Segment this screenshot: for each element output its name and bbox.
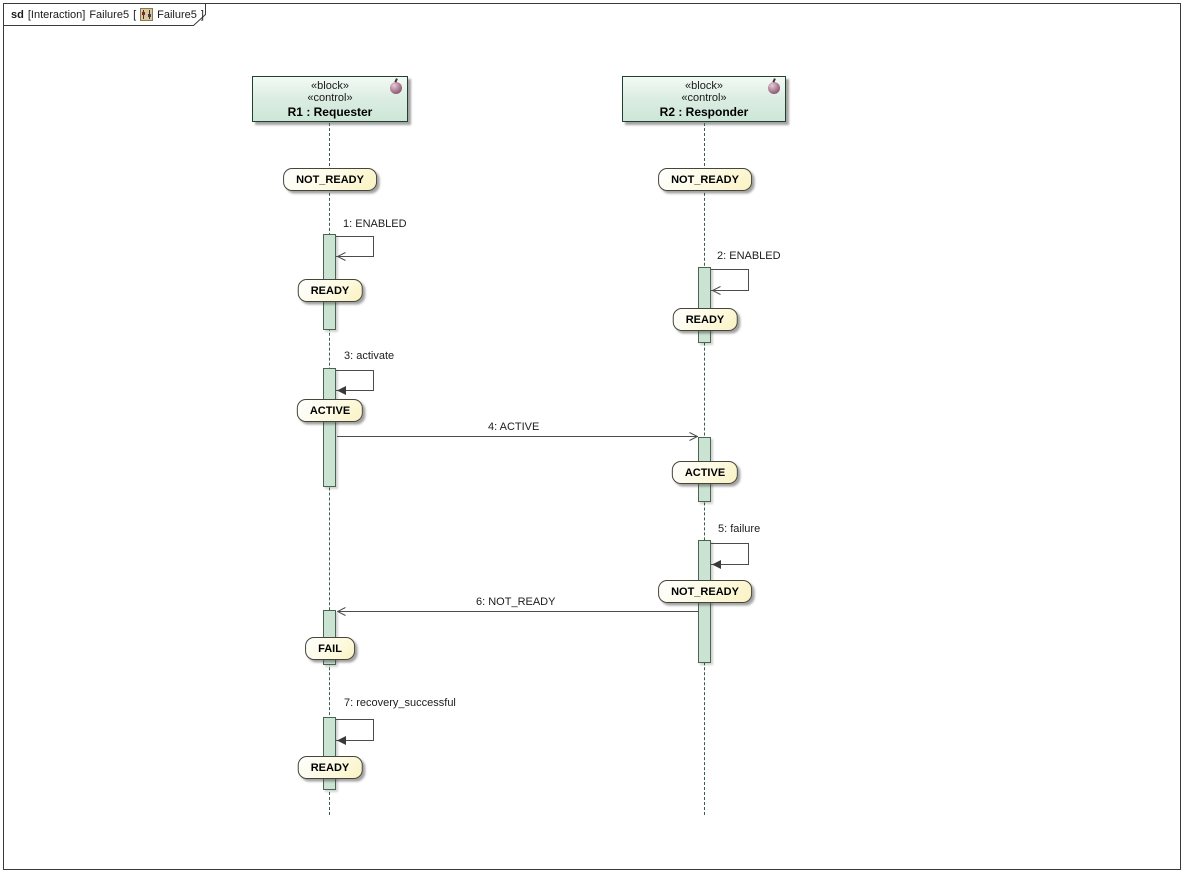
state-invariant-R1-active[interactable]: ACTIVE xyxy=(297,399,363,422)
filled-arrowhead-icon xyxy=(337,736,346,745)
state-invariant-R1-ready-1[interactable]: READY xyxy=(298,279,363,302)
control-ball-icon xyxy=(390,82,402,94)
state-invariant-R2-not-ready-2[interactable]: NOT_READY xyxy=(658,580,752,603)
state-invariant-R2-ready-1[interactable]: READY xyxy=(673,308,738,331)
message-1-label[interactable]: 1: ENABLED xyxy=(343,218,407,230)
message-3-label[interactable]: 3: activate xyxy=(344,350,394,362)
message-6-label[interactable]: 6: NOT_READY xyxy=(476,596,555,608)
lifeline-R2-head[interactable]: «block» «control» R2 : Responder xyxy=(622,76,786,122)
message-6-line[interactable] xyxy=(338,611,698,612)
open-arrowhead-icon xyxy=(712,286,721,295)
state-invariant-R1-fail[interactable]: FAIL xyxy=(305,637,355,660)
activation-bar-R1-4[interactable] xyxy=(323,717,336,790)
state-invariant-R1-not-ready-1[interactable]: NOT_READY xyxy=(283,168,377,191)
diagram-name-label: Failure5 xyxy=(89,9,129,21)
stereotype-label: «control» xyxy=(307,92,352,104)
message-4-line[interactable] xyxy=(337,436,698,437)
activation-bar-R1-2[interactable] xyxy=(323,368,336,487)
diagram-tab[interactable]: sd [Interaction] Failure5 [ Failure5 ] xyxy=(11,8,204,21)
activation-bar-R2-1[interactable] xyxy=(698,267,711,343)
open-arrowhead-icon xyxy=(689,432,698,441)
open-arrowhead-icon xyxy=(337,252,346,261)
lifeline-R1-head[interactable]: «block» «control» R1 : Requester xyxy=(252,76,408,122)
lifeline-name: R2 : Responder xyxy=(660,105,749,119)
state-invariant-R2-not-ready-1[interactable]: NOT_READY xyxy=(658,168,752,191)
open-arrowhead-icon xyxy=(337,607,346,616)
message-7-label[interactable]: 7: recovery_successful xyxy=(344,697,456,709)
filled-arrowhead-icon xyxy=(712,560,721,569)
control-ball-icon xyxy=(768,82,780,94)
sequence-diagram-canvas: sd [Interaction] Failure5 [ Failure5 ] «… xyxy=(0,0,1186,877)
state-invariant-R2-active[interactable]: ACTIVE xyxy=(672,461,738,484)
lifeline-name: R1 : Requester xyxy=(288,105,373,119)
stereotype-label: «block» xyxy=(311,80,349,92)
message-2-label[interactable]: 2: ENABLED xyxy=(717,250,781,262)
filled-arrowhead-icon xyxy=(337,386,346,395)
state-invariant-R1-ready-2[interactable]: READY xyxy=(298,756,363,779)
message-4-label[interactable]: 4: ACTIVE xyxy=(488,421,539,433)
diagram-type-label: [Interaction] xyxy=(28,9,85,21)
message-5-label[interactable]: 5: failure xyxy=(718,523,760,535)
sequence-diagram-icon xyxy=(140,8,153,21)
open-bracket: [ xyxy=(133,9,136,21)
stereotype-label: «block» xyxy=(685,80,723,92)
stereotype-label: «control» xyxy=(681,92,726,104)
diagram-inner-name-label: Failure5 xyxy=(157,9,197,21)
diagram-kind-label: sd xyxy=(11,9,24,21)
close-bracket: ] xyxy=(201,9,204,21)
